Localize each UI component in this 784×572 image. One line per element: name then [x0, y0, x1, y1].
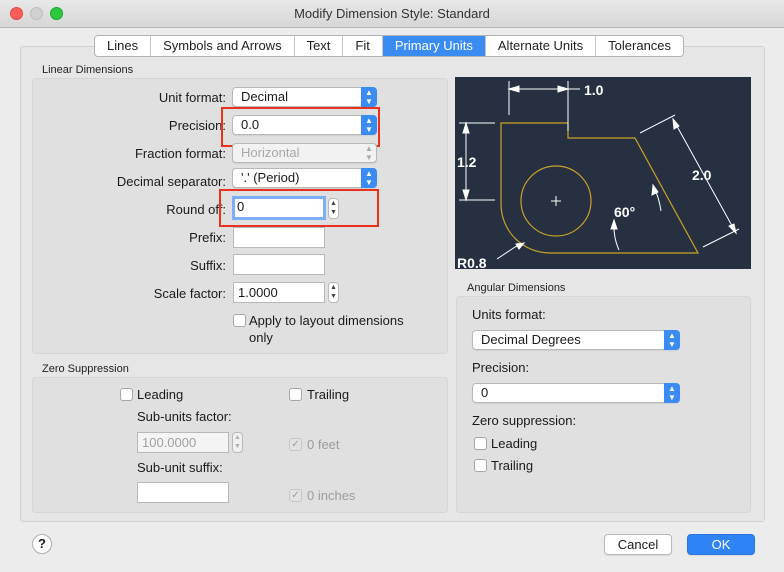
preview-ext-line [639, 114, 676, 134]
apply-to-layout-label-line1: Apply to layout dimensions [249, 313, 404, 328]
preview-dim-radius: R0.8 [457, 255, 487, 269]
angular-dimensions-group [456, 296, 751, 513]
angular-precision-label: Precision: [472, 360, 530, 375]
suffix-input[interactable] [233, 254, 325, 275]
tab-bar: Lines Symbols and Arrows Text Fit Primar… [94, 35, 685, 57]
sub-units-factor-input[interactable]: 100.0000 [137, 432, 229, 453]
preview-dim-right: 2.0 [692, 167, 712, 183]
zero-feet-checkbox[interactable]: ✓ [289, 438, 302, 451]
angular-units-format-label: Units format: [472, 307, 546, 322]
preview-arrow [610, 218, 618, 230]
chevron-updown-icon: ▲ ▼ [361, 87, 377, 107]
scale-factor-label: Scale factor: [153, 286, 226, 301]
linear-leading-checkbox[interactable] [120, 388, 133, 401]
preview-drawing: 1.0 1.2 2.0 60° R0.8 [457, 81, 740, 269]
scale-factor-input[interactable]: 1.0000 [233, 282, 325, 303]
sub-units-factor-stepper[interactable]: ▲ ▼ [232, 432, 243, 453]
sub-units-factor-label: Sub-units factor: [137, 409, 232, 424]
tab-text[interactable]: Text [295, 36, 344, 56]
preview-arrow [507, 85, 520, 93]
zero-feet-label: 0 feet [307, 437, 340, 452]
title-bar: Modify Dimension Style: Standard [0, 0, 784, 28]
preview-dim-angle: 60° [614, 204, 635, 220]
angular-trailing-checkbox[interactable] [474, 459, 487, 472]
decimal-separator-label: Decimal separator: [116, 174, 226, 189]
angular-precision-select[interactable]: 0 ▲ ▼ [472, 383, 680, 403]
angular-dimensions-label: Angular Dimensions [467, 282, 566, 294]
prefix-label: Prefix: [189, 230, 226, 245]
cancel-button[interactable]: Cancel [604, 534, 672, 555]
sub-unit-suffix-input[interactable] [137, 482, 229, 503]
help-button[interactable]: ? [32, 534, 52, 554]
angular-trailing-label: Trailing [491, 458, 534, 473]
angular-leading-checkbox[interactable] [474, 437, 487, 450]
tab-primary-units[interactable]: Primary Units [382, 36, 486, 56]
dimension-preview: 1.0 1.2 2.0 60° R0.8 [455, 77, 751, 269]
decimal-separator-value: '.' (Period) [241, 170, 300, 185]
unit-format-select[interactable]: Decimal ▲ ▼ [232, 87, 377, 107]
zero-suppression-label: Zero Suppression [42, 363, 129, 375]
chevron-updown-icon: ▲ ▼ [361, 168, 377, 188]
chevron-updown-icon: ▲ ▼ [365, 144, 373, 162]
preview-arrow [557, 85, 570, 93]
round-off-highlight-box [219, 189, 379, 227]
preview-arrow [728, 223, 737, 235]
ok-button[interactable]: OK [687, 534, 755, 555]
scale-factor-stepper[interactable]: ▲ ▼ [328, 282, 339, 303]
apply-to-layout-checkbox[interactable] [233, 314, 246, 327]
preview-dim-top: 1.0 [584, 82, 604, 98]
preview-arrow [462, 189, 470, 202]
fraction-format-select[interactable]: Horizontal ▲ ▼ [232, 143, 377, 163]
preview-arrow [462, 121, 470, 134]
preview-dim-left: 1.2 [457, 154, 477, 170]
unit-format-value: Decimal [241, 89, 288, 104]
zero-inches-checkbox[interactable]: ✓ [289, 489, 302, 502]
precision-label: Precision: [168, 118, 226, 133]
tab-fit[interactable]: Fit [343, 36, 383, 56]
linear-trailing-checkbox[interactable] [289, 388, 302, 401]
preview-radius-leader [496, 246, 516, 260]
sub-unit-suffix-label: Sub-unit suffix: [137, 460, 223, 475]
round-off-label: Round off: [166, 202, 226, 217]
preview-arrow [515, 242, 526, 250]
tab-alternate-units[interactable]: Alternate Units [486, 36, 597, 56]
angular-units-format-select[interactable]: Decimal Degrees ▲ ▼ [472, 330, 680, 350]
window-title: Modify Dimension Style: Standard [294, 6, 490, 21]
angular-units-format-value: Decimal Degrees [481, 332, 581, 347]
suffix-label: Suffix: [190, 258, 226, 273]
precision-highlight-box [221, 107, 380, 147]
tab-lines[interactable]: Lines [95, 36, 152, 56]
linear-dimensions-label: Linear Dimensions [42, 64, 134, 76]
fraction-format-value: Horizontal [241, 145, 300, 160]
zero-inches-label: 0 inches [307, 488, 356, 503]
tab-tolerances[interactable]: Tolerances [596, 36, 683, 56]
prefix-input[interactable] [233, 227, 325, 248]
chevron-updown-icon: ▲ ▼ [664, 383, 680, 403]
tab-symbols-and-arrows[interactable]: Symbols and Arrows [151, 36, 295, 56]
linear-trailing-label: Trailing [307, 387, 350, 402]
decimal-separator-select[interactable]: '.' (Period) ▲ ▼ [232, 168, 377, 188]
preview-part-outline [500, 122, 700, 254]
angular-precision-value: 0 [481, 385, 489, 400]
unit-format-label: Unit format: [158, 90, 226, 105]
fraction-format-label: Fraction format: [134, 146, 226, 161]
linear-leading-label: Leading [137, 387, 184, 402]
apply-to-layout-label-line2: only [249, 330, 273, 345]
chevron-updown-icon: ▲ ▼ [664, 330, 680, 350]
angular-leading-label: Leading [491, 436, 538, 451]
angular-zero-suppression-label: Zero suppression: [472, 413, 577, 428]
preview-ext-line [702, 228, 740, 248]
